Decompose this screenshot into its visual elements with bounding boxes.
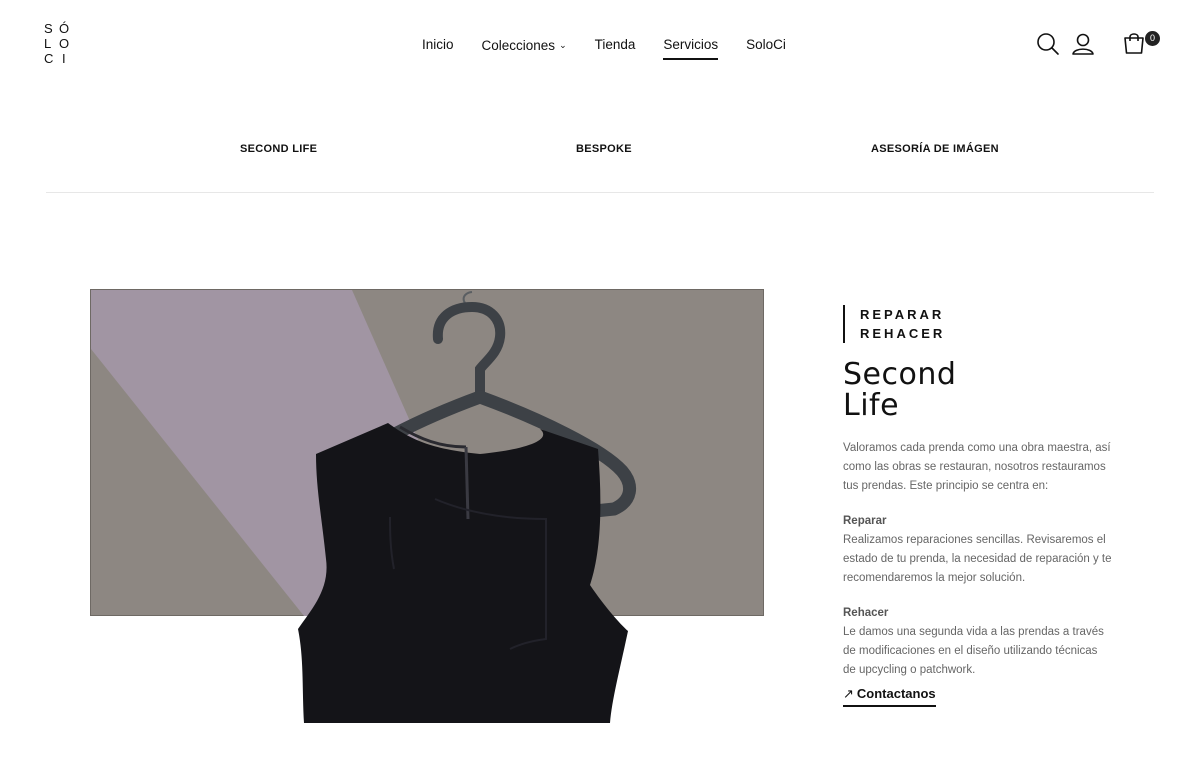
shopping-bag-icon[interactable] [1122, 31, 1148, 59]
arrow-up-right-icon: ↗ [843, 686, 854, 701]
eyebrow: REPARAR REHACER [843, 305, 1113, 343]
dress-illustration [91, 290, 636, 723]
nav-item-inicio[interactable]: Inicio [422, 36, 454, 60]
chevron-down-icon: ⌄ [559, 40, 567, 50]
nav-item-soloci[interactable]: SoloCi [746, 36, 786, 60]
logo-letter: S [44, 21, 53, 36]
nav-item-colecciones[interactable]: Colecciones ⌄ [482, 36, 567, 60]
nav-item-servicios[interactable]: Servicios [663, 36, 718, 60]
title-line: Life [843, 388, 900, 423]
nav-label: Inicio [422, 37, 454, 52]
subtab-bespoke[interactable]: BESPOKE [576, 143, 632, 155]
eyebrow-line: REPARAR [860, 307, 945, 322]
section-title: Second Life [843, 359, 1113, 421]
nav-label: Colecciones [481, 38, 556, 53]
subtab-second-life[interactable]: SECOND LIFE [240, 143, 317, 155]
nav-label: Tienda [594, 37, 636, 52]
logo-letter: I [62, 51, 66, 66]
nav-label: Servicios [663, 37, 719, 52]
services-subnav: SECOND LIFE BESPOKE ASESORÍA DE IMÁGEN [46, 135, 1154, 193]
logo-letter: Ó [59, 21, 70, 36]
site-header: S Ó L O C I Inicio Colecciones ⌄ Tienda S… [0, 0, 1200, 90]
contact-link[interactable]: ↗ Contactanos [843, 686, 936, 707]
title-line: Second [843, 357, 957, 392]
logo-letter: L [44, 36, 52, 51]
contact-label: Contactanos [856, 686, 936, 701]
reparar-text: Realizamos reparaciones sencillas. Revis… [843, 534, 1112, 584]
logo-letter: O [59, 36, 70, 51]
eyebrow-line: REHACER [860, 326, 946, 341]
main-nav: Inicio Colecciones ⌄ Tienda Servicios Sol… [422, 36, 814, 60]
dress-image [90, 289, 764, 723]
rehacer-heading: Rehacer [843, 607, 889, 619]
search-icon[interactable] [1036, 32, 1062, 60]
logo-letter: C [44, 51, 54, 66]
nav-label: SoloCi [746, 37, 786, 52]
cart-count-badge: 0 [1145, 31, 1160, 46]
nav-item-tienda[interactable]: Tienda [595, 36, 636, 60]
intro-paragraph: Valoramos cada prenda como una obra maes… [843, 442, 1111, 492]
subtab-asesoria[interactable]: ASESORÍA DE IMÁGEN [871, 143, 999, 155]
user-icon[interactable] [1071, 32, 1097, 60]
logo[interactable]: S Ó L O C I [42, 20, 72, 66]
second-life-content: REPARAR REHACER Second Life Valoramos ca… [843, 305, 1113, 680]
reparar-heading: Reparar [843, 515, 887, 527]
rehacer-text: Le damos una segunda vida a las prendas … [843, 626, 1104, 676]
